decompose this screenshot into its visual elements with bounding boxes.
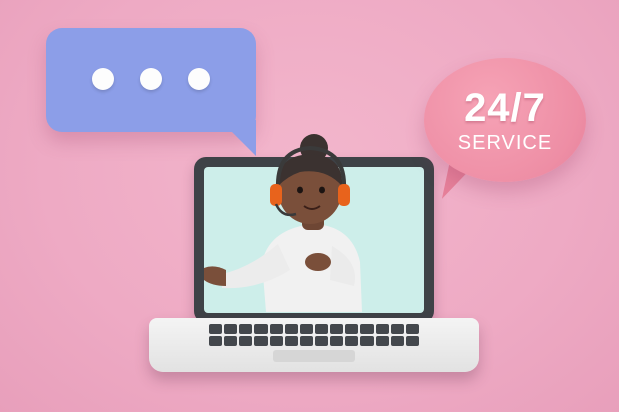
service-label: SERVICE (457, 132, 553, 154)
headset-icon (270, 184, 282, 206)
agent-eye-right (319, 186, 325, 194)
agent-left-hand (204, 266, 226, 286)
agent-eye-left (297, 186, 303, 194)
agent-right-hand (305, 253, 331, 271)
service-hours-label: 24/7 (464, 86, 546, 130)
laptop-trackpad (273, 350, 355, 362)
service-badge: 24/7 SERVICE (424, 58, 586, 182)
support-illustration: 24/7 SERVICE (0, 0, 619, 412)
laptop-base (149, 318, 479, 372)
headset-earcup-right (338, 184, 350, 206)
laptop-keyboard (209, 324, 419, 346)
